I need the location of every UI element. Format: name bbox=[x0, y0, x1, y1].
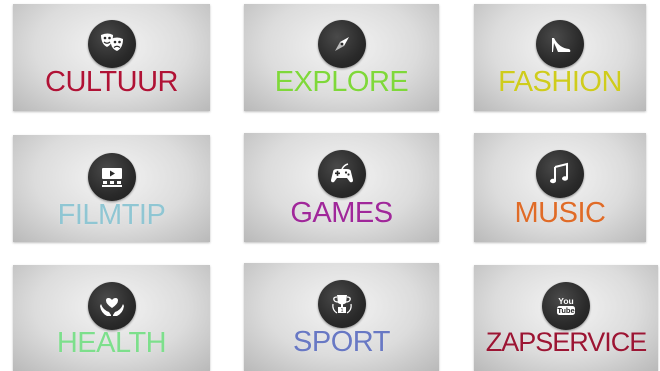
tile-fashion[interactable]: FASHION bbox=[474, 4, 646, 111]
tile-sport[interactable]: 1 SPORT bbox=[244, 263, 439, 371]
tile-cultuur[interactable]: CULTUUR bbox=[13, 4, 210, 111]
high-heel-icon bbox=[536, 20, 584, 68]
tile-games[interactable]: GAMES bbox=[244, 133, 439, 242]
tile-label-explore: EXPLORE bbox=[274, 66, 409, 98]
tile-filmtip[interactable]: FILMTIP bbox=[13, 135, 210, 242]
tile-health[interactable]: HEALTH bbox=[13, 265, 210, 371]
tile-label-fashion: FASHION bbox=[498, 66, 622, 98]
tile-label-music: MUSIC bbox=[514, 197, 606, 229]
tile-label-zapservice: ZAPSERVICE bbox=[485, 327, 648, 357]
svg-text:1: 1 bbox=[340, 308, 343, 314]
compass-icon bbox=[317, 20, 366, 68]
youtube-icon-text-bottom: Tube bbox=[557, 306, 574, 315]
music-notes-icon bbox=[536, 150, 584, 198]
tile-label-filmtip: FILMTIP bbox=[57, 199, 166, 231]
tile-zapservice[interactable]: You Tube ZAPSERVICE bbox=[474, 265, 658, 371]
tile-explore[interactable]: EXPLORE bbox=[244, 4, 439, 111]
trophy-icon: 1 bbox=[317, 280, 366, 328]
tile-label-cultuur: CULTUUR bbox=[45, 66, 178, 98]
tile-label-games: GAMES bbox=[290, 197, 393, 229]
tile-label-health: HEALTH bbox=[56, 327, 167, 359]
gamepad-icon bbox=[317, 150, 366, 198]
cinema-screen-icon bbox=[87, 153, 136, 201]
youtube-icon: You Tube bbox=[542, 282, 590, 330]
tile-music[interactable]: MUSIC bbox=[474, 133, 646, 242]
tile-label-sport: SPORT bbox=[293, 326, 390, 358]
youtube-icon-text-top: You bbox=[558, 296, 573, 306]
theater-masks-icon bbox=[87, 20, 136, 68]
heart-hands-icon bbox=[87, 282, 136, 330]
